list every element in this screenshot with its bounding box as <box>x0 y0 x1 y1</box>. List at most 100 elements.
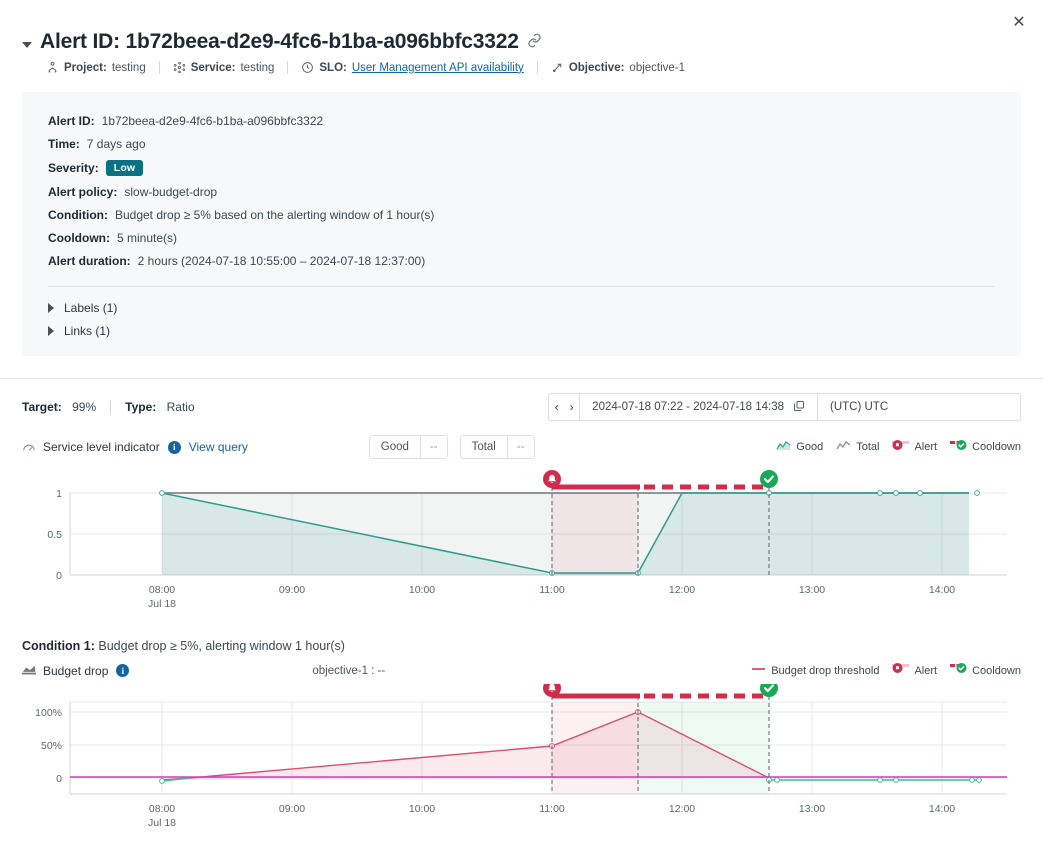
type-field: Type: Ratio <box>111 400 208 414</box>
svg-text:12:00: 12:00 <box>669 803 695 815</box>
chevron-down-icon[interactable] <box>22 42 32 48</box>
svg-text:0.5: 0.5 <box>47 529 62 541</box>
target-label: Target: <box>22 400 62 414</box>
detail-row-alert-duration: Alert duration: 2 hours (2024-07-18 10:5… <box>48 254 995 268</box>
target-field: Target: 99% <box>22 400 110 414</box>
expander-labels[interactable]: Labels (1) <box>48 301 995 315</box>
svg-text:11:00: 11:00 <box>539 803 565 815</box>
legend-item-cooldown[interactable]: Cooldown <box>950 440 1021 455</box>
page-title: Alert ID: 1b72beea-d2e9-4fc6-b1ba-a096bb… <box>40 30 519 54</box>
target-timerange-bar: Target: 99% Type: Ratio ‹ › 2024-07-18 0… <box>0 379 1043 421</box>
svg-text:100%: 100% <box>35 707 62 719</box>
service-icon <box>173 61 186 74</box>
view-query-link[interactable]: View query <box>189 440 248 454</box>
detail-key: Time: <box>48 137 80 151</box>
meta-service-label: Service: <box>191 62 236 74</box>
toggle-good-label[interactable]: Good <box>370 436 420 458</box>
type-value: Ratio <box>167 400 195 414</box>
alert-details-card: Alert ID: 1b72beea-d2e9-4fc6-b1ba-a096bb… <box>22 92 1021 356</box>
alert-marker-icon[interactable] <box>543 470 561 488</box>
line-sparkline-icon <box>836 440 851 454</box>
legend-label: Cooldown <box>972 441 1021 453</box>
detail-value: 2 hours (2024-07-18 10:55:00 – 2024-07-1… <box>138 254 426 268</box>
type-label: Type: <box>125 400 156 414</box>
budget-drop-title-group: Budget drop i <box>22 664 129 678</box>
timezone-value: (UTC) UTC <box>830 401 888 413</box>
svg-text:13:00: 13:00 <box>799 584 825 596</box>
prev-range-button[interactable]: ‹ <box>549 394 564 420</box>
budget-drop-chart-header: Budget drop i objective-1 : -- Budget dr… <box>0 663 1043 678</box>
cooldown-check-icon <box>950 440 967 455</box>
sli-gauge-icon <box>22 441 35 454</box>
meta-project-label: Project: <box>64 62 107 74</box>
legend-item-alert[interactable]: Alert <box>892 440 937 455</box>
alert-header: Alert ID: 1b72beea-d2e9-4fc6-b1ba-a096bb… <box>0 0 1043 74</box>
meta-objective: Objective: objective-1 <box>538 61 698 74</box>
chart1-x-axis: 08:00 Jul 18 09:00 10:00 11:00 12:00 13:… <box>148 584 955 610</box>
area-sparkline-icon <box>776 440 791 454</box>
chevron-right-icon <box>48 303 54 313</box>
meta-service: Service: testing <box>160 61 288 74</box>
meta-slo-label: SLO: <box>319 62 346 74</box>
budget-drop-chart[interactable]: 100% 50% 0 08:00 Jul 18 09:00 10:00 11:0… <box>0 684 1043 834</box>
svg-text:50%: 50% <box>41 740 62 752</box>
link-copy-icon[interactable] <box>527 33 542 52</box>
close-button[interactable]: ✕ <box>1009 13 1029 33</box>
expander-links-label: Links (1) <box>64 324 110 338</box>
svg-text:09:00: 09:00 <box>279 803 305 815</box>
detail-value: 1b72beea-d2e9-4fc6-b1ba-a096bbfc3322 <box>102 114 324 128</box>
svg-text:12:00: 12:00 <box>669 584 695 596</box>
chevron-right-icon <box>48 326 54 336</box>
target-value: 99% <box>72 400 96 414</box>
sli-chart[interactable]: 1 0.5 0 08:00 Jul 18 09:00 10:00 11:00 1… <box>0 465 1043 615</box>
info-icon[interactable]: i <box>116 664 129 677</box>
sli-metric-toggles: Good -- Total -- <box>369 435 535 459</box>
cooldown-check-icon <box>950 663 967 678</box>
detail-value: 7 days ago <box>87 137 146 151</box>
svg-text:10:00: 10:00 <box>409 584 435 596</box>
legend-label: Good <box>796 441 823 453</box>
cooldown-marker-icon[interactable] <box>760 470 778 488</box>
meta-objective-value: objective-1 <box>629 62 685 74</box>
svg-text:08:00: 08:00 <box>149 803 175 815</box>
detail-row-alert-policy: Alert policy: slow-budget-drop <box>48 185 995 199</box>
timezone-select[interactable]: (UTC) UTC <box>818 394 1020 420</box>
legend-item-alert[interactable]: Alert <box>892 663 937 678</box>
toggle-total-label[interactable]: Total <box>461 436 507 458</box>
detail-key: Alert ID: <box>48 114 95 128</box>
detail-row-severity: Severity: Low <box>48 160 995 176</box>
legend-item-total[interactable]: Total <box>836 440 879 454</box>
detail-key: Cooldown: <box>48 231 110 245</box>
toggle-total[interactable]: Total -- <box>460 435 535 459</box>
objective-readout: objective-1 : -- <box>312 665 385 677</box>
svg-text:13:00: 13:00 <box>799 803 825 815</box>
toggle-total-value: -- <box>507 436 534 458</box>
info-icon[interactable]: i <box>168 441 181 454</box>
legend-item-threshold[interactable]: Budget drop threshold <box>751 664 879 677</box>
meta-service-value: testing <box>240 62 274 74</box>
chart1-y-axis: 1 0.5 0 <box>47 488 62 582</box>
meta-slo-link[interactable]: User Management API availability <box>352 62 524 74</box>
detail-value: slow-budget-drop <box>124 185 217 199</box>
expander-links[interactable]: Links (1) <box>48 324 995 338</box>
condition-title-bold: Condition 1: <box>22 639 95 653</box>
legend-item-good[interactable]: Good <box>776 440 823 454</box>
copy-icon[interactable] <box>793 400 805 415</box>
condition-title: Condition 1: Budget drop ≥ 5%, alerting … <box>0 639 1043 653</box>
toggle-good[interactable]: Good -- <box>369 435 448 459</box>
time-range-input[interactable]: 2024-07-18 07:22 - 2024-07-18 14:38 <box>579 394 818 420</box>
detail-row-alert-id: Alert ID: 1b72beea-d2e9-4fc6-b1ba-a096bb… <box>48 114 995 128</box>
legend-item-cooldown[interactable]: Cooldown <box>950 663 1021 678</box>
next-range-button[interactable]: › <box>564 394 579 420</box>
meta-slo: SLO: User Management API availability <box>288 61 536 74</box>
slo-icon <box>301 61 314 74</box>
alert-bell-icon <box>892 440 909 455</box>
svg-text:Jul 18: Jul 18 <box>148 817 176 829</box>
status-badge: Low <box>106 160 144 176</box>
chart2-y-axis: 100% 50% 0 <box>35 707 62 785</box>
chart2-x-axis: 08:00 Jul 18 09:00 10:00 11:00 12:00 13:… <box>148 803 955 829</box>
objective-icon <box>551 61 564 74</box>
toggle-good-value: -- <box>420 436 447 458</box>
svg-text:14:00: 14:00 <box>929 584 955 596</box>
chart1-alert-window <box>552 493 638 575</box>
